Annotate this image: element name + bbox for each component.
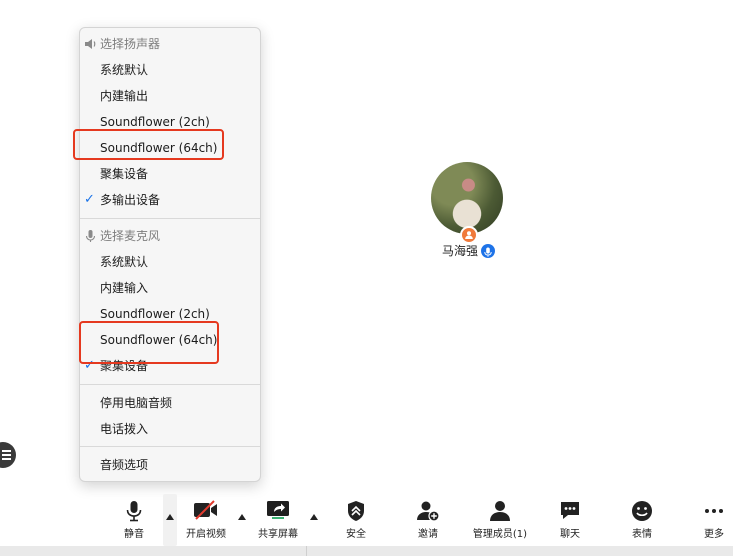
- more-icon: [705, 509, 723, 513]
- list-menu-icon[interactable]: [0, 442, 16, 468]
- smiley-icon: [632, 501, 652, 521]
- toolbar-label: 表情: [632, 529, 652, 540]
- audio-options-caret-icon[interactable]: [166, 514, 174, 520]
- audio-dropdown-menu: 选择扬声器 系统默认 内建输出 Soundflower (2ch) Soundf…: [79, 27, 261, 482]
- toolbar-label: 管理成员(1): [472, 529, 528, 540]
- speaker-icon: [85, 39, 96, 49]
- menu-item-label: 停用电脑音频: [100, 396, 173, 410]
- mic-item-builtin-input[interactable]: 内建输入: [80, 276, 260, 300]
- phone-dial-in-item[interactable]: 电话拨入: [80, 417, 260, 441]
- menu-divider: [80, 384, 260, 385]
- menu-divider: [80, 446, 260, 447]
- toolbar-label: 聊天: [560, 529, 580, 540]
- menu-item-label: 内建输出: [100, 89, 149, 103]
- disable-computer-audio-item[interactable]: 停用电脑音频: [80, 391, 260, 415]
- speaker-item-aggregate-device[interactable]: 聚集设备: [80, 162, 260, 186]
- share-screen-icon: [267, 501, 289, 519]
- microphone-icon: [85, 230, 96, 242]
- audio-menu-open-indicator: [163, 494, 177, 546]
- speaker-item-builtin-output[interactable]: 内建输出: [80, 84, 260, 108]
- menu-item-label: 系统默认: [100, 63, 149, 77]
- video-off-icon: [194, 500, 217, 520]
- mic-section-header: 选择麦克风: [80, 226, 160, 246]
- menu-item-label: 电话拨入: [100, 422, 149, 436]
- speaker-item-system-default[interactable]: 系统默认: [80, 58, 260, 82]
- participant-name: 马海强: [442, 244, 479, 258]
- share-options-caret-icon[interactable]: [310, 514, 318, 520]
- menu-item-label: 聚集设备: [100, 167, 149, 181]
- menu-item-label: 系统默认: [100, 255, 149, 269]
- microphone-icon: [126, 501, 142, 522]
- more-button[interactable]: 更多: [695, 500, 733, 542]
- share-screen-button[interactable]: 共享屏幕: [255, 500, 301, 542]
- add-user-icon: [417, 501, 440, 522]
- mic-item-system-default[interactable]: 系统默认: [80, 250, 260, 274]
- audio-options-item[interactable]: 音频选项: [80, 453, 260, 477]
- participant-avatar: [431, 162, 503, 234]
- toolbar-label: 开启视频: [186, 529, 226, 540]
- reactions-button[interactable]: 表情: [623, 500, 661, 542]
- manage-participants-button[interactable]: 管理成员(1): [469, 500, 531, 542]
- chat-icon: [561, 502, 579, 519]
- menu-item-label: 多输出设备: [100, 193, 161, 207]
- menu-item-label: 内建输入: [100, 281, 149, 295]
- mic-header-label: 选择麦克风: [100, 229, 161, 243]
- shield-icon: [348, 501, 364, 521]
- people-icon: [490, 501, 510, 521]
- invite-button[interactable]: 邀请: [409, 500, 447, 542]
- highlight-box-speaker-soundflower: [73, 129, 224, 160]
- start-video-button[interactable]: 开启视频: [184, 500, 228, 542]
- divider: [306, 546, 307, 556]
- security-button[interactable]: 安全: [337, 500, 375, 542]
- toolbar-label: 共享屏幕: [258, 529, 298, 540]
- mic-active-icon: [481, 244, 495, 258]
- video-options-caret-icon[interactable]: [238, 514, 246, 520]
- menu-item-label: Soundflower (2ch): [100, 115, 210, 129]
- checkmark-icon: ✓: [84, 192, 95, 207]
- chat-button[interactable]: 聊天: [551, 500, 589, 542]
- highlight-box-mic-soundflower: [79, 321, 219, 364]
- toolbar-label: 邀请: [418, 529, 438, 540]
- toolbar-label: 静音: [124, 529, 144, 540]
- toolbar-label: 安全: [346, 529, 366, 540]
- window-bottom-bar: [0, 546, 733, 556]
- speaker-section-header: 选择扬声器: [80, 34, 160, 54]
- menu-divider: [80, 218, 260, 219]
- menu-item-label: Soundflower (2ch): [100, 307, 210, 321]
- speaker-header-label: 选择扬声器: [100, 37, 161, 51]
- speaker-item-multi-output[interactable]: ✓ 多输出设备: [80, 188, 260, 212]
- toolbar-label: 更多: [704, 529, 724, 540]
- menu-item-label: 音频选项: [100, 458, 149, 472]
- mute-button[interactable]: 静音: [115, 500, 153, 542]
